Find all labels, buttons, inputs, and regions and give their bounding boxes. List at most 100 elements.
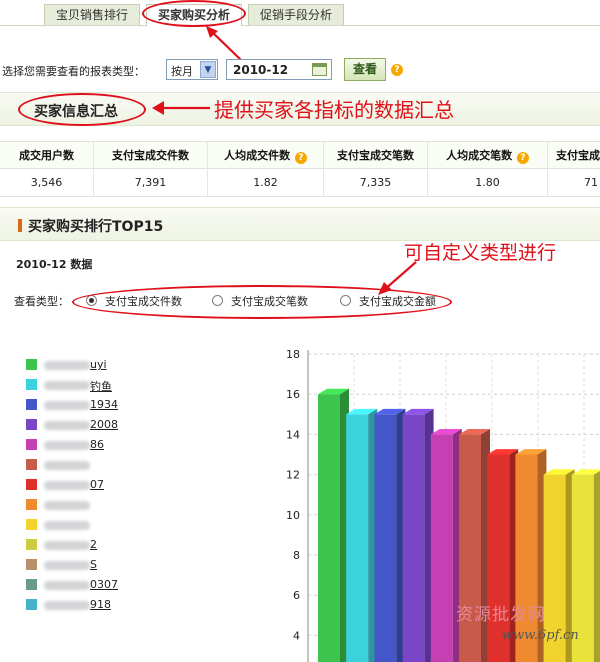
bar: [459, 434, 481, 662]
help-icon[interactable]: ?: [391, 64, 403, 76]
bar-side: [593, 470, 600, 662]
month-input[interactable]: 2010-12: [226, 59, 332, 80]
ranking-section-title: 买家购买排行TOP15: [28, 219, 164, 235]
summary-section-title: 买家信息汇总: [34, 104, 118, 120]
radio-item-orders[interactable]: 支付宝成交笔数: [212, 293, 308, 309]
legend-swatch: [26, 459, 37, 470]
summary-table-header-row: 成交用户数 支付宝成交件数 人均成交件数 ? 支付宝成交笔数 人均成交笔数 ? …: [0, 141, 600, 170]
buyer-ranking-bar-chart: 4 6 8 10 12 14 16 18: [286, 348, 600, 662]
legend-blurred-name: [44, 521, 90, 530]
tab-buyer-purchase-analysis[interactable]: 买家购买分析: [146, 4, 242, 26]
tab-product-sales-ranking[interactable]: 宝贝销售排行: [44, 4, 140, 25]
legend-label[interactable]: 86: [90, 438, 104, 451]
legend-swatch: [26, 499, 37, 510]
legend-swatch: [26, 539, 37, 550]
legend-blurred-name: [44, 461, 90, 470]
legend-swatch: [26, 599, 37, 610]
chevron-down-icon[interactable]: ▼: [200, 61, 216, 78]
legend-item[interactable]: 918: [26, 598, 156, 612]
help-icon[interactable]: ?: [516, 152, 529, 164]
value-cell: 1.80: [428, 169, 548, 197]
value-cell: 1.82: [208, 169, 324, 197]
legend-label[interactable]: 1934: [90, 398, 118, 411]
legend-label[interactable]: 918: [90, 598, 111, 611]
y-tick-label: 8: [293, 549, 300, 562]
legend-blurred-name: [44, 581, 90, 590]
radio-label: 支付宝成交笔数: [231, 295, 308, 308]
legend-item[interactable]: [26, 458, 156, 472]
y-tick-label: 18: [286, 348, 300, 361]
legend-item[interactable]: 2008: [26, 418, 156, 432]
radio-checked-icon[interactable]: [86, 295, 97, 306]
bar: [402, 414, 425, 662]
radio-item-amount[interactable]: 支付宝成交金额: [340, 293, 436, 309]
radio-unchecked-icon[interactable]: [340, 295, 351, 306]
legend-item[interactable]: S: [26, 558, 156, 572]
legend-swatch: [26, 359, 37, 370]
radio-label: 支付宝成交件数: [105, 295, 182, 308]
legend-blurred-name: [44, 501, 90, 510]
header-cell: 成交用户数: [0, 142, 94, 170]
legend-swatch: [26, 379, 37, 390]
ranking-section-header: 买家购买排行TOP15: [0, 207, 600, 241]
radio-item-count[interactable]: 支付宝成交件数: [86, 293, 182, 309]
legend-item[interactable]: 钓鱼: [26, 378, 156, 394]
legend-item[interactable]: uyi: [26, 358, 156, 372]
summary-annotation-arrow: [152, 101, 210, 115]
legend-item[interactable]: 07: [26, 478, 156, 492]
ranking-annotation-text: 可自定义类型进行: [404, 242, 557, 264]
legend-swatch: [26, 419, 37, 430]
legend-label[interactable]: 0307: [90, 578, 118, 591]
header-cell: 支付宝成交件数: [94, 142, 208, 170]
summary-table: 成交用户数 支付宝成交件数 人均成交件数 ? 支付宝成交笔数 人均成交笔数 ? …: [0, 141, 600, 197]
watermark-site: www.6pf.cn: [502, 628, 579, 643]
help-icon[interactable]: ?: [294, 152, 307, 164]
value-cell: 3,546: [0, 169, 94, 197]
header-cell-label: 人均成交笔数: [446, 149, 513, 162]
bar: [318, 394, 340, 662]
legend-swatch: [26, 399, 37, 410]
legend-label[interactable]: 钓鱼: [90, 378, 112, 394]
legend-swatch: [26, 479, 37, 490]
header-cell: 人均成交笔数 ?: [428, 142, 548, 170]
data-period-label: 2010-12 数据: [16, 258, 93, 271]
legend-label[interactable]: 07: [90, 478, 104, 491]
legend-item[interactable]: 0307: [26, 578, 156, 592]
month-input-value: 2010-12: [233, 63, 289, 77]
legend-blurred-name: [44, 421, 90, 430]
report-tabs: 宝贝销售排行 买家购买分析 促销手段分析: [0, 0, 600, 26]
legend-swatch: [26, 519, 37, 530]
legend-item[interactable]: 1934: [26, 398, 156, 412]
calendar-icon[interactable]: [312, 63, 327, 76]
legend-item[interactable]: [26, 498, 156, 512]
value-cell: 7,335: [324, 169, 428, 197]
view-button[interactable]: 查看: [344, 58, 386, 81]
legend-label[interactable]: 2: [90, 538, 97, 551]
legend-label[interactable]: uyi: [90, 358, 107, 371]
tab-promotion-analysis[interactable]: 促销手段分析: [248, 4, 344, 25]
legend-blurred-name: [44, 601, 90, 610]
legend-item[interactable]: 86: [26, 438, 156, 452]
header-cell: 支付宝成交笔数: [324, 142, 428, 170]
legend-item[interactable]: 2: [26, 538, 156, 552]
y-tick-label: 6: [293, 589, 300, 602]
y-tick-label: 16: [286, 388, 300, 401]
legend-blurred-name: [44, 401, 90, 410]
value-cell: 71: [584, 176, 598, 189]
view-type-label: 查看类型：: [14, 295, 69, 308]
radio-unchecked-icon[interactable]: [212, 295, 223, 306]
bar: [374, 414, 397, 662]
period-select[interactable]: 按月 ▼: [166, 59, 218, 80]
legend-label[interactable]: 2008: [90, 418, 118, 431]
report-filter-bar: 选择您需要查看的报表类型： 按月 ▼ 2010-12 查看 ?: [0, 58, 600, 82]
ranking-annotation-arrow: [378, 261, 417, 295]
bar: [430, 434, 453, 662]
radio-label: 支付宝成交金额: [359, 295, 436, 308]
summary-table-value-row: 3,546 7,391 1.82 7,335 1.80 71: [0, 169, 600, 197]
legend-item[interactable]: [26, 518, 156, 532]
legend-swatch: [26, 439, 37, 450]
legend-blurred-name: [44, 481, 90, 490]
legend-label[interactable]: S: [90, 558, 97, 571]
y-tick-label: 10: [286, 509, 300, 522]
y-tick-label: 4: [293, 629, 300, 642]
